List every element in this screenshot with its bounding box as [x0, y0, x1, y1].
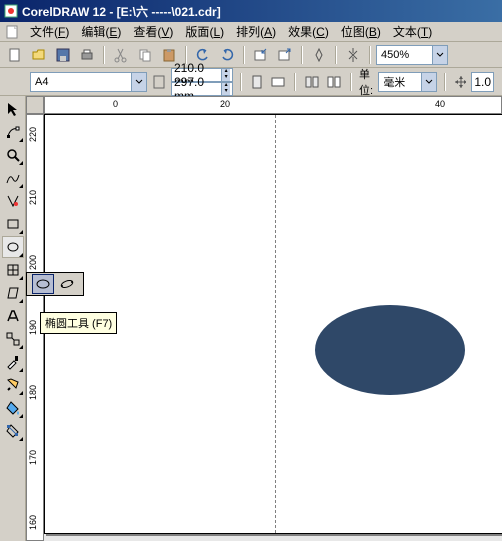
eyedropper-tool[interactable]: [2, 351, 24, 373]
dropdown-icon[interactable]: [432, 46, 447, 64]
text-tool[interactable]: [2, 305, 24, 327]
separator: [350, 73, 352, 91]
separator: [335, 46, 337, 64]
current-page-button[interactable]: [325, 71, 343, 93]
tooltip: 椭圆工具 (F7): [40, 312, 117, 334]
shape-tool[interactable]: [2, 121, 24, 143]
ruler-corner[interactable]: [26, 96, 44, 114]
unit-label: 单位:: [359, 66, 374, 98]
freehand-tool[interactable]: [2, 167, 24, 189]
import-button[interactable]: [250, 44, 272, 66]
ellipse-flyout-3point[interactable]: [56, 274, 78, 294]
nudge-input[interactable]: 1.0: [471, 72, 494, 92]
all-pages-button[interactable]: [303, 71, 321, 93]
standard-toolbar: [0, 42, 502, 68]
save-button[interactable]: [52, 44, 74, 66]
basic-shapes-tool[interactable]: [2, 282, 24, 304]
corel-online-button[interactable]: [342, 44, 364, 66]
paper-dims-icon: [151, 71, 167, 93]
separator: [301, 46, 303, 64]
menu-edit[interactable]: 编辑(E): [75, 21, 127, 42]
separator: [294, 73, 296, 91]
new-button[interactable]: [4, 44, 26, 66]
cut-button[interactable]: [110, 44, 132, 66]
zoom-combo[interactable]: [376, 45, 448, 65]
dropdown-icon[interactable]: [131, 73, 146, 91]
menu-effects[interactable]: 效果(C): [282, 21, 335, 42]
landscape-button[interactable]: [269, 71, 287, 93]
menu-arrange[interactable]: 排列(A): [230, 21, 282, 42]
menu-text[interactable]: 文本(T): [387, 21, 438, 42]
open-button[interactable]: [28, 44, 50, 66]
menu-layout[interactable]: 版面(L): [179, 21, 230, 42]
separator: [444, 73, 446, 91]
ellipse-object[interactable]: [315, 305, 465, 395]
paper-height-input[interactable]: 297.0 mm▴▾: [171, 82, 233, 96]
property-bar: 210.0 mm▴▾ 297.0 mm▴▾ 单位: 1.0: [0, 68, 502, 96]
horizontal-ruler[interactable]: 0 20 40: [44, 96, 502, 114]
title-bar: CorelDRAW 12 - [E:\六 -----\021.cdr]: [0, 0, 502, 22]
app-icon: [4, 4, 18, 18]
pick-tool[interactable]: [2, 98, 24, 120]
menu-file[interactable]: 文件(F): [24, 21, 75, 42]
page-divider: [275, 115, 276, 533]
menu-bar: 文件(F) 编辑(E) 查看(V) 版面(L) 排列(A) 效果(C) 位图(B…: [0, 22, 502, 42]
smart-drawing-tool[interactable]: [2, 190, 24, 212]
export-button[interactable]: [274, 44, 296, 66]
unit-input[interactable]: [379, 73, 421, 91]
nudge-icon: [453, 71, 467, 93]
toolbox: [0, 96, 26, 541]
paper-dims-spinners: 210.0 mm▴▾ 297.0 mm▴▾: [171, 68, 233, 96]
menu-bitmap[interactable]: 位图(B): [335, 21, 387, 42]
menu-view[interactable]: 查看(V): [127, 21, 179, 42]
window-title: CorelDRAW 12 - [E:\六 -----\021.cdr]: [22, 3, 498, 20]
print-button[interactable]: [76, 44, 98, 66]
dropdown-icon[interactable]: [421, 73, 436, 91]
copy-button[interactable]: [134, 44, 156, 66]
interactive-blend-tool[interactable]: [2, 328, 24, 350]
portrait-button[interactable]: [249, 71, 265, 93]
separator: [103, 46, 105, 64]
zoom-input[interactable]: [377, 46, 432, 64]
app-launcher-button[interactable]: [308, 44, 330, 66]
document-icon: [4, 24, 20, 40]
graph-paper-tool[interactable]: [2, 259, 24, 281]
interactive-fill-tool[interactable]: [2, 420, 24, 442]
zoom-tool[interactable]: [2, 144, 24, 166]
ellipse-tool[interactable]: [2, 236, 24, 258]
separator: [243, 46, 245, 64]
separator: [240, 73, 242, 91]
unit-combo[interactable]: [378, 72, 437, 92]
rectangle-tool[interactable]: [2, 213, 24, 235]
paper-size-input[interactable]: [31, 73, 131, 91]
work-area: 椭圆工具 (F7) 0 20 40 220 210 200 190 180 17…: [0, 96, 502, 541]
ellipse-tool-flyout: [26, 272, 84, 296]
fill-tool[interactable]: [2, 397, 24, 419]
outline-tool[interactable]: [2, 374, 24, 396]
separator: [369, 46, 371, 64]
paper-size-combo[interactable]: [30, 72, 147, 92]
ellipse-flyout-ellipse[interactable]: [32, 274, 54, 294]
